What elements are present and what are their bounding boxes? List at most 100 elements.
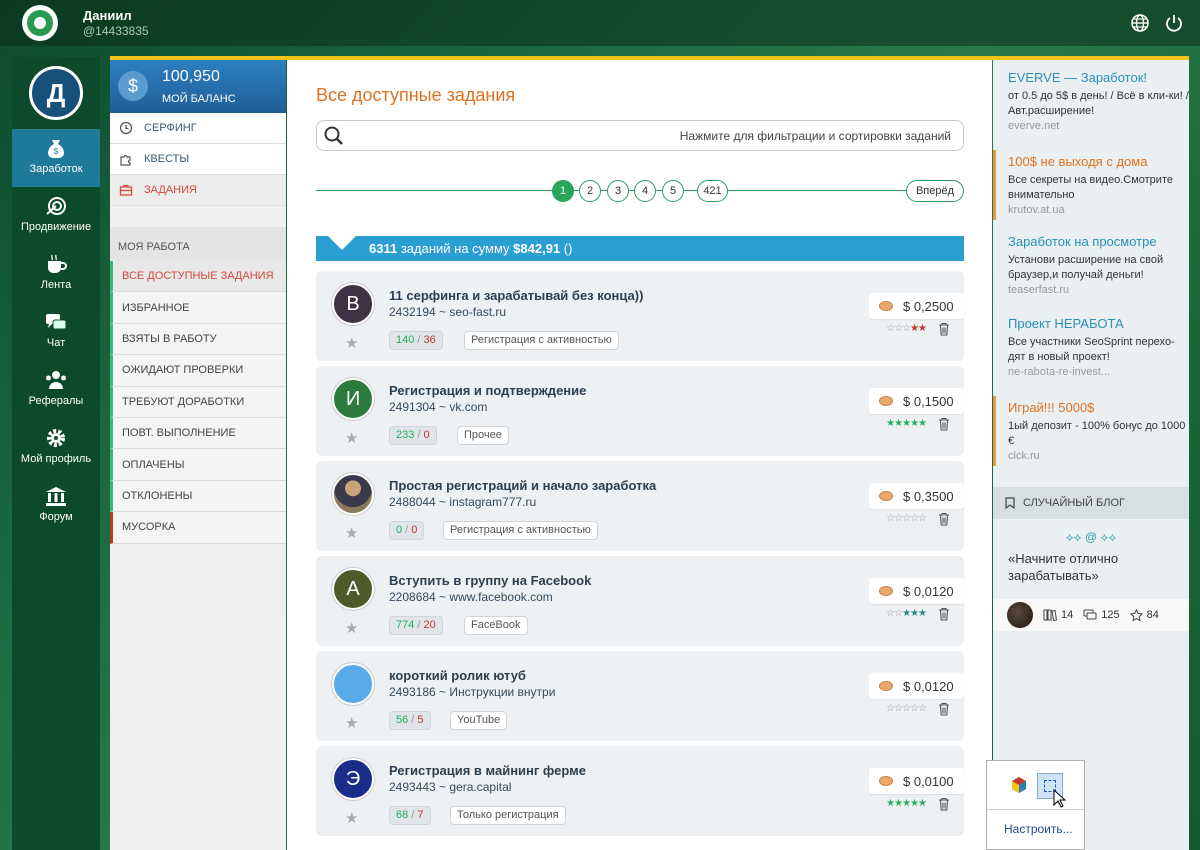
nav-promotion[interactable]: Продвижение: [12, 187, 100, 245]
task-done-count: 140: [396, 334, 415, 346]
page-button[interactable]: 5: [662, 180, 684, 202]
work-item-all-available[interactable]: ВСЕ ДОСТУПНЫЕ ЗАДАНИЯ: [110, 261, 286, 293]
menu-item-quests[interactable]: КВЕСТЫ: [110, 144, 286, 175]
task-author-avatar[interactable]: A: [332, 568, 374, 610]
nav-forum[interactable]: Форум: [12, 477, 100, 535]
work-item-needs-rework[interactable]: ТРЕБУЮТ ДОРАБОТКИ: [110, 386, 286, 418]
trash-icon[interactable]: [938, 417, 950, 431]
task-card[interactable]: В ★ 11 серфинга и зарабатывай без конца)) 2…: [316, 271, 964, 361]
trash-icon[interactable]: [938, 512, 950, 526]
work-item-rejected[interactable]: ОТКЛОНЕНЫ: [110, 480, 286, 513]
work-item-trash[interactable]: МУСОРКА: [110, 512, 286, 544]
favorite-star-icon[interactable]: ★: [345, 524, 358, 542]
dollar-icon: $: [118, 71, 148, 101]
page-scrollbar[interactable]: [1189, 60, 1200, 850]
page-button[interactable]: 4: [634, 180, 656, 202]
sidebar-ad[interactable]: Заработок на просмотре Установи расширени…: [993, 234, 1189, 296]
sidebar-ad[interactable]: EVERVE — Заработок! от 0.5 до 5$ в день! …: [993, 70, 1189, 132]
user-name[interactable]: Даниил: [83, 8, 132, 23]
cube-app-icon[interactable]: [1010, 776, 1028, 794]
site-logo[interactable]: [22, 5, 58, 41]
work-item-taken[interactable]: ВЗЯТЫ В РАБОТУ: [110, 323, 286, 356]
nav-earnings[interactable]: $ Заработок: [12, 129, 100, 187]
page-button-last[interactable]: 421: [697, 180, 728, 202]
rating-star: ☆: [918, 703, 927, 714]
work-item-paid[interactable]: ОПЛАЧЕНЫ: [110, 449, 286, 481]
page-button[interactable]: 3: [607, 180, 629, 202]
ad-title[interactable]: 100$ не выходя с дома: [1008, 154, 1189, 169]
favorite-star-icon[interactable]: ★: [345, 714, 358, 732]
coin-icon: [879, 301, 893, 311]
next-page-button[interactable]: Вперёд: [906, 180, 964, 202]
sidebar-ad[interactable]: Проект НЕРАБОТА Все участники SeoSprint п…: [993, 316, 1189, 378]
work-item-awaiting-review[interactable]: ОЖИДАЮТ ПРОВЕРКИ: [110, 355, 286, 387]
task-title[interactable]: Регистрация и подтверждение: [389, 383, 586, 398]
tasks-summary-banner: 6311 заданий на сумму $842,91 (): [316, 236, 964, 261]
power-logout-icon[interactable]: [1163, 12, 1185, 34]
menu-item-surfing[interactable]: СЕРФИНГ: [110, 113, 286, 144]
favorite-star-icon[interactable]: ★: [345, 429, 358, 447]
books-icon: [1043, 609, 1057, 621]
task-card[interactable]: И ★ Регистрация и подтверждение 2491304 ~ v…: [316, 366, 964, 456]
page-button[interactable]: 2: [579, 180, 601, 202]
task-title[interactable]: 11 серфинга и зарабатывай без конца)): [389, 288, 643, 303]
nav-chat[interactable]: Чат: [12, 303, 100, 361]
task-rating: ☆☆☆☆☆: [886, 513, 927, 524]
user-avatar[interactable]: Д: [29, 66, 83, 120]
sidebar-ad[interactable]: 100$ не выходя с дома Все секреты на виде…: [993, 150, 1189, 220]
blog-quote[interactable]: «Начните отлично зарабатывать»: [1008, 550, 1178, 584]
nav-profile[interactable]: Мой профиль: [12, 419, 100, 477]
nav-referrals-label: Рефералы: [28, 395, 84, 407]
rating-star: ★: [902, 798, 911, 809]
trash-icon[interactable]: [938, 607, 950, 621]
task-author-avatar[interactable]: [332, 663, 374, 705]
task-title[interactable]: Простая регистраций и начало заработка: [389, 478, 656, 493]
ad-title[interactable]: Проект НЕРАБОТА: [1008, 316, 1189, 331]
ad-title[interactable]: Заработок на просмотре: [1008, 234, 1189, 249]
main-content: Все доступные задания Нажмите для фильтр…: [287, 60, 992, 850]
task-category[interactable]: Только регистрация: [450, 806, 566, 825]
task-category[interactable]: Регистрация с активностью: [443, 521, 598, 540]
task-category[interactable]: Регистрация с активностью: [464, 331, 619, 350]
task-card[interactable]: Э ★ Регистрация в майнинг ферме 2493443 ~ g…: [316, 746, 964, 836]
balance-box[interactable]: $ 100,950 МОЙ БАЛАНС: [110, 60, 286, 113]
user-id: @14433835: [83, 24, 149, 38]
task-title[interactable]: Регистрация в майнинг ферме: [389, 763, 586, 778]
work-item-repeat[interactable]: ПОВТ. ВЫПОЛНЕНИЕ: [110, 417, 286, 450]
task-title[interactable]: короткий ролик ютуб: [389, 668, 526, 683]
task-card[interactable]: ★ короткий ролик ютуб 2493186 ~ Инструкции…: [316, 651, 964, 741]
ad-title[interactable]: Играй!!! 5000$: [1008, 400, 1189, 415]
blog-author-avatar[interactable]: [1007, 602, 1033, 628]
task-site: instagram777.ru: [449, 495, 537, 509]
task-filter-search[interactable]: Нажмите для фильтрации и сортировки зада…: [316, 120, 964, 151]
task-author-avatar[interactable]: И: [332, 378, 374, 420]
task-rating: ★★★★★: [886, 418, 927, 429]
task-card[interactable]: A ★ Вступить в группу на Facebook 2208684 ~…: [316, 556, 964, 646]
menu-item-tasks[interactable]: ЗАДАНИЯ: [110, 175, 286, 206]
trash-icon[interactable]: [938, 322, 950, 336]
trash-icon[interactable]: [938, 797, 950, 811]
task-author-avatar[interactable]: [332, 473, 374, 515]
page-button[interactable]: 1: [552, 180, 574, 202]
favorite-star-icon[interactable]: ★: [345, 619, 358, 637]
nav-feed[interactable]: Лента: [12, 245, 100, 303]
task-category[interactable]: Прочее: [457, 426, 509, 445]
configure-link[interactable]: Настроить...: [1004, 822, 1073, 836]
favorite-star-icon[interactable]: ★: [345, 809, 358, 827]
sidebar-ad[interactable]: Играй!!! 5000$ 1ый депозит - 100% бонус д…: [993, 396, 1189, 466]
tray-popup: Настроить...: [986, 760, 1085, 850]
task-category[interactable]: FaceBook: [464, 616, 528, 635]
task-author-avatar[interactable]: В: [332, 283, 374, 325]
task-card[interactable]: ★ Простая регистраций и начало заработка 2…: [316, 461, 964, 551]
language-globe-icon[interactable]: [1129, 12, 1151, 34]
section-menu: $ 100,950 МОЙ БАЛАНС СЕРФИНГ КВЕСТЫ ЗАДА…: [110, 60, 286, 850]
task-author-avatar[interactable]: Э: [332, 758, 374, 800]
task-category[interactable]: YouTube: [450, 711, 508, 730]
comments-icon: [1083, 609, 1097, 620]
work-item-favorites[interactable]: ИЗБРАННОЕ: [110, 292, 286, 324]
nav-referrals[interactable]: Рефералы: [12, 361, 100, 419]
favorite-star-icon[interactable]: ★: [345, 334, 358, 352]
task-title[interactable]: Вступить в группу на Facebook: [389, 573, 591, 588]
ad-title[interactable]: EVERVE — Заработок!: [1008, 70, 1189, 85]
trash-icon[interactable]: [938, 702, 950, 716]
